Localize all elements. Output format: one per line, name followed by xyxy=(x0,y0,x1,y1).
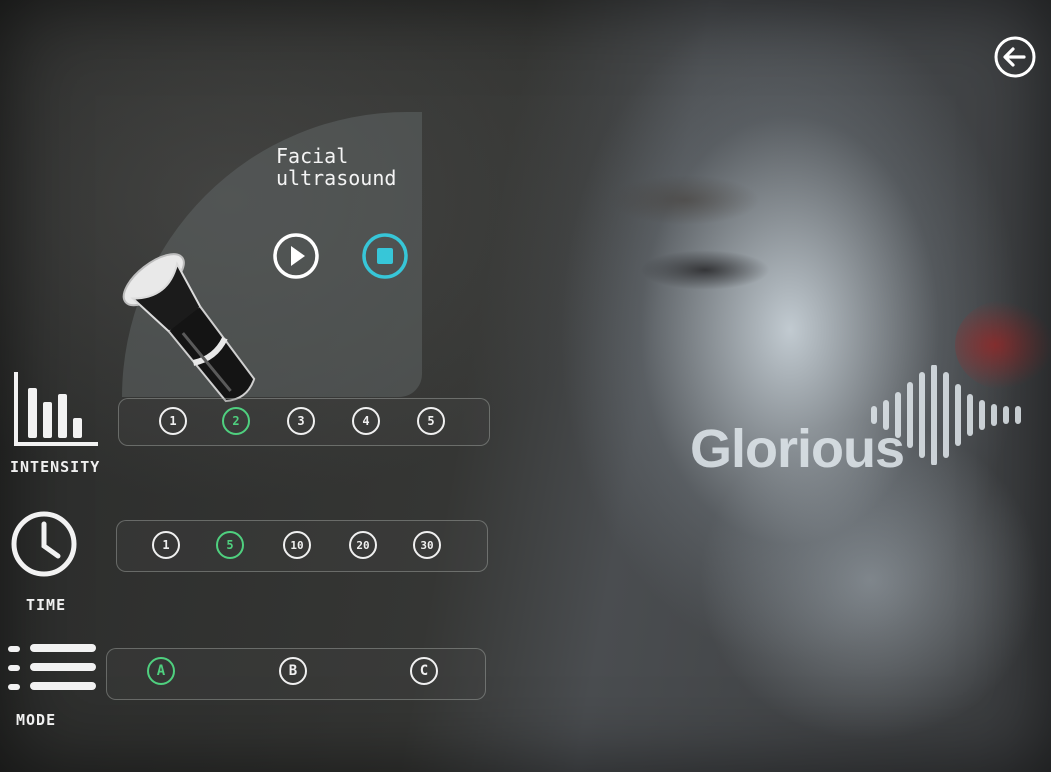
time-icon-wrap xyxy=(8,504,80,588)
intensity-option-5[interactable]: 5 xyxy=(417,407,445,435)
mode-option-b[interactable]: B xyxy=(279,657,307,685)
treatment-title: Facial ultrasound xyxy=(276,144,397,190)
mode-icon-wrap xyxy=(6,640,100,704)
intensity-icon-wrap xyxy=(8,368,100,456)
time-option-20[interactable]: 20 xyxy=(349,531,377,559)
intensity-option-3[interactable]: 3 xyxy=(287,407,315,435)
sound-wave-icon xyxy=(871,365,1021,465)
play-icon xyxy=(273,233,319,279)
mode-option-c[interactable]: C xyxy=(410,657,438,685)
time-options-row: 1 5 10 20 30 xyxy=(116,520,488,572)
mode-option-a[interactable]: A xyxy=(147,657,175,685)
stop-button[interactable] xyxy=(360,231,410,281)
menu-list-icon xyxy=(8,644,96,690)
mode-options-row: A B C xyxy=(106,648,486,700)
mode-label: MODE xyxy=(16,711,57,729)
ultrasound-probe-image xyxy=(122,253,256,403)
back-button[interactable] xyxy=(993,35,1037,79)
clock-icon xyxy=(11,511,77,577)
time-option-10[interactable]: 10 xyxy=(283,531,311,559)
intensity-options-row: 1 2 3 4 5 xyxy=(118,398,490,446)
time-label: TIME xyxy=(26,596,67,614)
bar-chart-icon xyxy=(14,372,98,446)
intensity-option-2[interactable]: 2 xyxy=(222,407,250,435)
intensity-label: INTENSITY xyxy=(10,458,101,476)
arrow-left-circle-icon xyxy=(994,36,1036,78)
play-button[interactable] xyxy=(271,231,321,281)
time-option-1[interactable]: 1 xyxy=(152,531,180,559)
time-option-30[interactable]: 30 xyxy=(413,531,441,559)
intensity-option-4[interactable]: 4 xyxy=(352,407,380,435)
intensity-option-1[interactable]: 1 xyxy=(159,407,187,435)
stop-icon xyxy=(362,233,408,279)
time-option-5[interactable]: 5 xyxy=(216,531,244,559)
